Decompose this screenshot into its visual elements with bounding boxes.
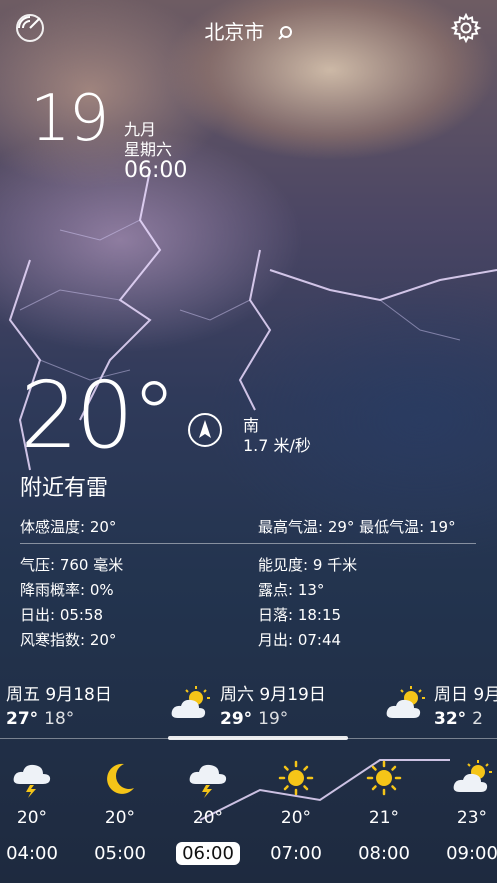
- daily-day-name: 周五 9月18日: [6, 685, 112, 705]
- high-low-temp: 最高气温: 29° 最低气温: 19°: [258, 518, 456, 536]
- thunder-cloud-icon: [189, 764, 227, 798]
- hourly-item[interactable]: 21° 08:00: [340, 758, 428, 865]
- pressure: 气压: 760 毫米: [20, 556, 124, 574]
- partly-cloudy-icon: [453, 760, 492, 792]
- hourly-item[interactable]: 20° 06:00: [164, 758, 252, 865]
- details-divider: [20, 543, 476, 544]
- date-day: 19: [30, 82, 109, 156]
- hourly-temp: 20°: [192, 808, 224, 828]
- daily-item[interactable]: 周五 9月18日 27° 18°: [6, 680, 112, 732]
- city-name: 北京市: [204, 20, 265, 44]
- hourly-item[interactable]: 20° 04:00: [0, 758, 76, 865]
- moonrise: 月出: 07:44: [258, 631, 342, 649]
- hourly-item[interactable]: 20° 05:00: [76, 758, 164, 865]
- thunder-cloud-icon: [13, 764, 51, 798]
- hourly-time-selected: 06:00: [176, 842, 240, 865]
- partly-cloudy-icon: [168, 684, 212, 724]
- weather-condition: 附近有雷: [20, 476, 109, 501]
- daily-low: 19°: [258, 709, 289, 729]
- hourly-temp: 20°: [16, 808, 48, 828]
- moon-icon: [107, 763, 134, 794]
- hourly-time: 09:00: [446, 843, 497, 864]
- hourly-temp: 20°: [280, 808, 312, 828]
- sun-icon: [278, 760, 314, 796]
- hourly-time: 05:00: [94, 843, 146, 864]
- wind-direction-icon: [187, 412, 223, 448]
- hourly-item[interactable]: 23° 09:00: [428, 758, 497, 865]
- wind-chill: 风寒指数: 20°: [20, 631, 117, 649]
- rain-chance: 降雨概率: 0%: [20, 581, 114, 599]
- visibility: 能见度: 9 千米: [258, 556, 358, 574]
- feels-like: 体感温度: 20°: [20, 518, 117, 536]
- wind-speed: 1.7 米/秒: [243, 436, 311, 455]
- hourly-item[interactable]: 20° 07:00: [252, 758, 340, 865]
- hourly-temp: 20°: [104, 808, 136, 828]
- current-time: 06:00: [124, 158, 188, 183]
- daily-high: 32°: [434, 709, 467, 729]
- hourly-time: 04:00: [6, 843, 58, 864]
- partly-cloudy-icon: [383, 684, 427, 724]
- hourly-time: 07:00: [270, 843, 322, 864]
- daily-item[interactable]: 周六 9月19日 29° 19°: [220, 680, 326, 732]
- hourly-time: 08:00: [358, 843, 410, 864]
- hourly-temp: 23°: [456, 808, 488, 828]
- scroll-indicator[interactable]: [168, 736, 348, 740]
- hourly-temp: 21°: [368, 808, 400, 828]
- sun-icon: [366, 760, 402, 796]
- daily-low: 18°: [44, 709, 75, 729]
- dew-point: 露点: 13°: [258, 581, 325, 599]
- daily-day-name: 周六 9月19日: [220, 685, 326, 705]
- daily-high: 27°: [6, 709, 39, 729]
- city-selector[interactable]: 北京市: [0, 16, 497, 46]
- gear-icon[interactable]: [450, 12, 482, 44]
- daily-low: 2: [472, 709, 483, 729]
- date-weekday: 星期六: [124, 140, 173, 159]
- sunrise: 日出: 05:58: [20, 606, 104, 624]
- daily-high: 29°: [220, 709, 253, 729]
- daily-day-name: 周日 9月: [434, 685, 497, 705]
- search-icon[interactable]: [277, 22, 293, 46]
- daily-item[interactable]: 周日 9月 32° 2: [434, 680, 497, 732]
- sunset: 日落: 18:15: [258, 606, 342, 624]
- current-temperature: 20°: [20, 362, 177, 469]
